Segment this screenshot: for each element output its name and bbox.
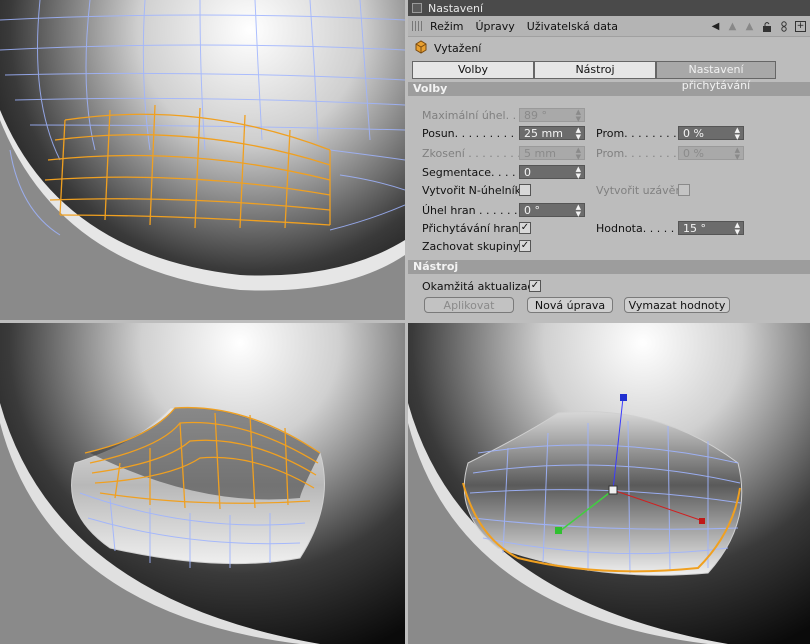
posun-label: Posun. . . . . . . . . [422, 127, 515, 140]
arrow-up-icon[interactable]: ▲ [727, 21, 738, 32]
menu-bar: Režim Úpravy Uživatelská data ◀ ▲ ▲ + [408, 16, 810, 37]
viewport-top-left[interactable] [0, 0, 405, 320]
tab-bar: Volby Nástroj Nastavení přichytávání [412, 61, 804, 92]
clear-values-button[interactable]: Vymazat hodnoty [624, 297, 730, 313]
keep-groups-checkbox[interactable]: ✓ [519, 240, 531, 252]
lock-icon[interactable] [761, 21, 772, 32]
object-name: Vytažení [434, 41, 482, 55]
zkoseni-field: 5 mm ▲ ▼ [519, 146, 585, 161]
panel-titlebar: Nastavení [408, 0, 810, 16]
hodnota-field[interactable]: 15 ° ▲ ▼ [678, 221, 744, 236]
max-angle-field: 89 ° ▲ ▼ [519, 108, 585, 123]
realtime-label: Okamžitá aktualizace [422, 280, 541, 293]
caps-checkbox [678, 184, 690, 196]
ngons-label: Vytvořit N-úhelníky [422, 184, 528, 197]
menu-upravy[interactable]: Úpravy [475, 20, 514, 33]
section-nastroj[interactable]: Nástroj [408, 260, 810, 274]
link-icon[interactable] [778, 20, 789, 32]
prom1-field[interactable]: 0 % ▲ ▼ [678, 126, 744, 141]
panel-title: Nastavení [428, 1, 484, 15]
window-menu-icon[interactable] [412, 3, 422, 13]
hodnota-label: Hodnota. . . . . . [596, 222, 682, 235]
new-edit-button[interactable]: Nová úprava [527, 297, 613, 313]
ngons-checkbox[interactable] [519, 184, 531, 196]
viewport-bottom-left[interactable] [0, 323, 405, 644]
realtime-checkbox[interactable]: ✓ [529, 280, 541, 292]
apply-button[interactable]: Aplikovat [424, 297, 514, 313]
zkoseni-label: Zkosení . . . . . . . . [422, 147, 521, 160]
caps-label: Vytvořit uzávěry [596, 184, 687, 197]
arrow-up-alt-icon[interactable]: ▲ [744, 21, 755, 32]
menu-rezim[interactable]: Režim [430, 20, 463, 33]
posun-field[interactable]: 25 mm ▲ ▼ [519, 126, 585, 141]
arrow-left-icon[interactable]: ◀ [710, 21, 721, 32]
edge-angle-field[interactable]: 0 ° ▲ ▼ [519, 203, 585, 218]
segmentace-label: Segmentace. . . . . . [422, 166, 530, 179]
new-window-icon[interactable]: + [795, 20, 806, 32]
menu-uzivatelska-data[interactable]: Uživatelská data [527, 20, 618, 33]
edge-angle-label: Úhel hran . . . . . . . [422, 204, 525, 217]
object-header: Vytažení [408, 37, 810, 59]
tab-nastaveni-prichytavani[interactable]: Nastavení přichytávání [656, 61, 776, 92]
attribute-manager: Nastavení Režim Úpravy Uživatelská data … [408, 0, 810, 320]
edge-snap-checkbox[interactable]: ✓ [519, 222, 531, 234]
edge-snap-label: Přichytávání hran [422, 222, 519, 235]
viewport-bottom-right[interactable] [408, 323, 810, 644]
grip-icon[interactable] [412, 21, 422, 31]
max-angle-label: Maximální úhel. . . [422, 109, 524, 122]
prom1-label: Prom. . . . . . . . . . [596, 127, 691, 140]
tab-volby[interactable]: Volby [412, 61, 534, 79]
tab-nastroj[interactable]: Nástroj [534, 61, 656, 79]
keep-groups-label: Zachovat skupiny [422, 240, 520, 253]
segmentace-field[interactable]: 0 ▲ ▼ [519, 165, 585, 180]
prom2-label: Prom. . . . . . . . . . [596, 147, 691, 160]
extrude-cube-icon [414, 39, 428, 57]
prom2-field: 0 % ▲ ▼ [678, 146, 744, 161]
